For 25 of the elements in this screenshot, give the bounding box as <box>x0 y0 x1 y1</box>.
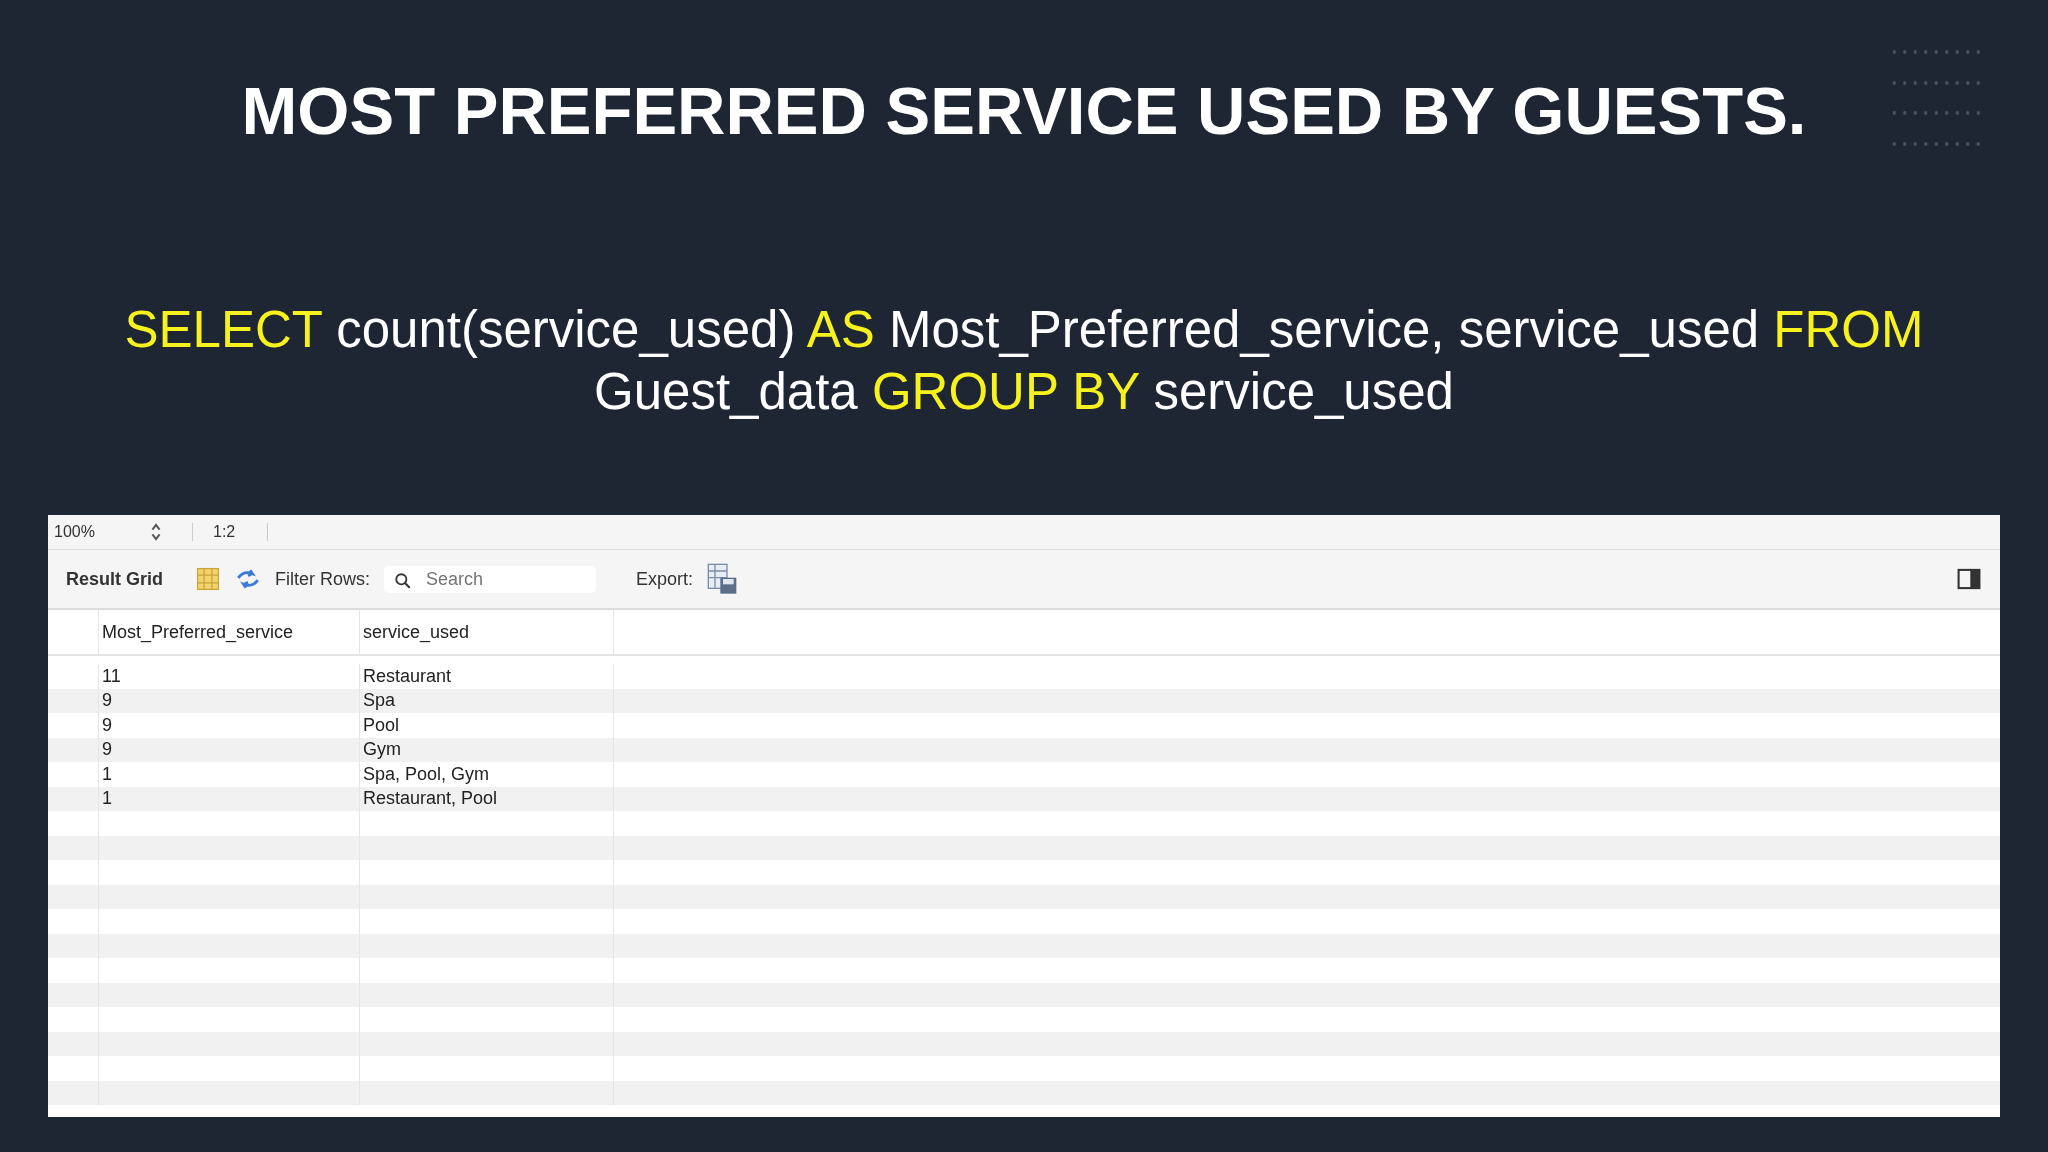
table-cell: Restaurant <box>360 664 614 689</box>
table-cell: 1 <box>99 762 360 787</box>
export-label: Export: <box>636 568 694 590</box>
table-cell: Spa, Pool, Gym <box>360 762 614 787</box>
table-cell: Restaurant, Pool <box>360 786 614 811</box>
sidebar-toggle-icon[interactable] <box>1956 566 1982 592</box>
table-cell: Pool <box>360 713 614 738</box>
column-header[interactable]: service_used <box>360 610 614 654</box>
slide-title: MOST PREFERRED SERVICE USED BY GUESTS. <box>241 72 1807 149</box>
table-cell: Gym <box>360 737 614 762</box>
table-cell: 11 <box>99 664 360 689</box>
table-cell: 1 <box>99 786 360 811</box>
zoom-level[interactable]: 100% <box>48 523 150 541</box>
filter-rows-label: Filter Rows: <box>275 568 371 590</box>
table-cell: Spa <box>360 688 614 713</box>
result-grid-label: Result Grid <box>66 568 163 590</box>
search-icon <box>394 571 413 590</box>
ratio-label: 1:2 <box>192 523 269 541</box>
sql-query: SELECT count(service_used) AS Most_Preferred_service, service_used FROM Guest_data GROUP BY service_used <box>123 300 1925 422</box>
stepper-icon[interactable] <box>150 522 162 542</box>
table-cell: 9 <box>99 737 360 762</box>
table-cell: 9 <box>99 713 360 738</box>
search-field[interactable]: Search <box>384 565 597 593</box>
table-cell: 9 <box>99 688 360 713</box>
column-header[interactable]: Most_Preferred_service <box>99 610 360 654</box>
